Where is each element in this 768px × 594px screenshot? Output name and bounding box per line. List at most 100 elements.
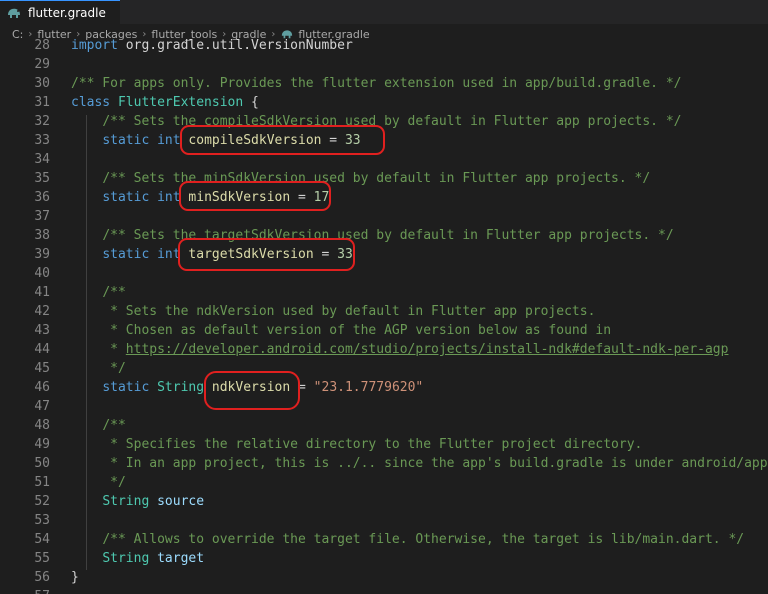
code-line[interactable]: 28 import org.gradle.util.VersionNumber [0,36,768,55]
line-number: 33 [34,133,50,148]
code-token: * In an app project, this is ../.. since… [110,456,768,471]
code-text: * In an app project, this is ../.. since… [71,454,768,473]
code-line[interactable]: 31 class FlutterExtension { [0,93,768,112]
code-text: /** Sets the minSdkVersion used by defau… [71,169,650,188]
code-line[interactable]: 36 static int minSdkVersion = 17 [0,188,768,207]
line-number: 43 [34,323,50,338]
code-text: * Specifies the relative directory to th… [71,435,642,454]
code-token: /** [102,285,126,300]
code-token: target [157,551,205,566]
code-line[interactable]: 38 /** Sets the targetSdkVersion used by… [0,226,768,245]
code-line[interactable]: 52 String source [0,492,768,511]
line-number: 40 [34,266,50,281]
code-token: static [102,247,150,262]
code-token: class [71,95,111,110]
code-line[interactable]: 40 [0,264,768,283]
line-number: 36 [34,190,50,205]
code-token: { [243,95,259,110]
code-line[interactable]: 53 [0,511,768,530]
annotation-circle-compileSdkVersion [180,125,385,155]
indent-guide [86,115,87,570]
code-text: /** Allows to override the target file. … [71,530,744,549]
line-number: 48 [34,418,50,433]
line-number: 28 [34,38,50,53]
code-token: static [102,190,150,205]
code-text: * Chosen as default version of the AGP v… [71,321,611,340]
code-line[interactable]: 32 /** Sets the compileSdkVersion used b… [0,112,768,131]
code-token: int [157,133,181,148]
code-editor[interactable]: 5756}55 String target54 /** Allows to ov… [0,35,768,594]
line-number: 32 [34,114,50,129]
line-number: 55 [34,551,50,566]
code-line[interactable]: 54 /** Allows to override the target fil… [0,530,768,549]
code-line[interactable]: 34 [0,150,768,169]
code-line[interactable]: 47 [0,397,768,416]
code-token: String [102,494,150,509]
code-line[interactable]: 49 * Specifies the relative directory to… [0,435,768,454]
code-line[interactable]: 45 */ [0,359,768,378]
line-number: 41 [34,285,50,300]
code-line[interactable]: 57 [0,587,768,594]
code-token: int [157,190,181,205]
line-number: 57 [0,587,50,594]
line-number: 34 [34,152,50,167]
code-text: import org.gradle.util.VersionNumber [71,36,353,55]
code-token: * Chosen as default version of the AGP v… [110,323,612,338]
code-text: /** [71,416,126,435]
annotation-circle-ndkVersion [204,371,300,410]
line-number: 39 [34,247,50,262]
code-line[interactable]: 42 * Sets the ndkVersion used by default… [0,302,768,321]
code-text: class FlutterExtension { [71,93,259,112]
code-text: /** Sets the targetSdkVersion used by de… [71,226,673,245]
code-token: "23.1.7779620" [313,380,424,395]
code-line[interactable]: 55 String target [0,549,768,568]
code-text: */ [71,473,126,492]
code-line[interactable]: 46 static String ndkVersion = "23.1.7779… [0,378,768,397]
line-number: 31 [34,95,50,110]
code-text: /** For apps only. Provides the flutter … [71,74,681,93]
tab-flutter-gradle[interactable]: flutter.gradle [0,0,120,24]
code-line[interactable]: 29 [0,55,768,74]
code-line[interactable]: 37 [0,207,768,226]
code-line[interactable]: 30 /** For apps only. Provides the flutte… [0,74,768,93]
line-number: 29 [34,57,50,72]
code-token: /** Allows to override the target file. … [102,532,745,547]
code-token: String [102,551,150,566]
code-token: /** [102,418,126,433]
code-line[interactable]: 35 /** Sets the minSdkVersion used by de… [0,169,768,188]
code-token: FlutterExtension [117,95,244,110]
code-line[interactable]: 39 static int targetSdkVersion = 33 [0,245,768,264]
code-line[interactable]: 43 * Chosen as default version of the AG… [0,321,768,340]
tab-bar: flutter.gradle [0,0,768,24]
line-number: 52 [34,494,50,509]
code-line[interactable]: 56} [0,568,768,587]
line-number: 53 [34,513,50,528]
code-line[interactable]: 41 /** [0,283,768,302]
line-number: 30 [34,76,50,91]
line-number: 51 [34,475,50,490]
code-token: org.gradle.util.VersionNumber [117,38,353,53]
annotation-circle-targetSdkVersion [178,238,355,271]
annotation-circle-minSdkVersion [179,181,331,211]
code-line[interactable]: 44 * https://developer.android.com/studi… [0,340,768,359]
line-number: 54 [34,532,50,547]
code-token: static [102,380,150,395]
code-line[interactable]: 50 * In an app project, this is ../.. si… [0,454,768,473]
code-text: String source [71,492,204,511]
line-number: 46 [34,380,50,395]
code-line[interactable]: 51 */ [0,473,768,492]
code-line[interactable]: 48 /** [0,416,768,435]
line-number: 42 [34,304,50,319]
